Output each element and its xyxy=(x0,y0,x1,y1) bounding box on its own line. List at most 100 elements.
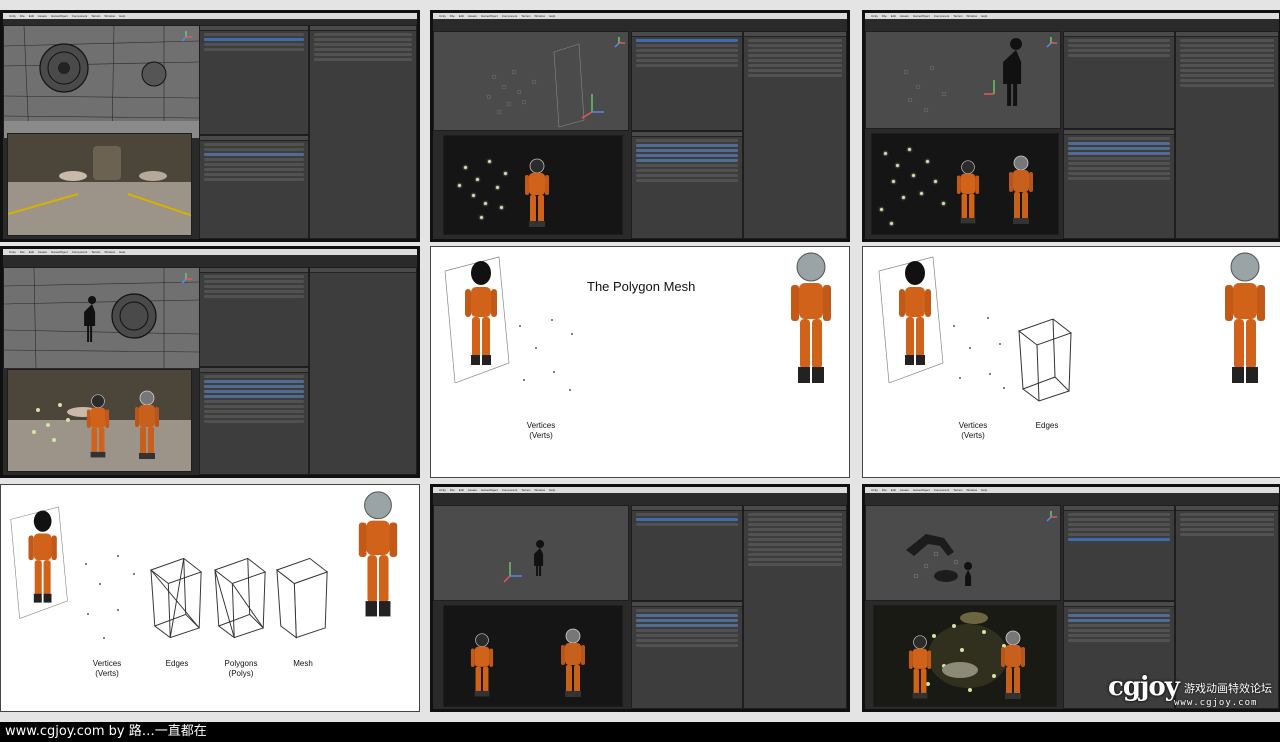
inspector-panel[interactable] xyxy=(743,505,847,709)
menu-item[interactable]: Edit xyxy=(29,250,34,254)
menu-item[interactable]: File xyxy=(20,14,25,18)
menu-item[interactable]: File xyxy=(882,14,887,18)
menu-item[interactable]: Window xyxy=(534,14,545,18)
thumb-slide-mesh[interactable]: Vertices (Verts) Edges Polygons (Polys) … xyxy=(0,484,420,712)
project-panel[interactable] xyxy=(631,601,743,709)
axis-gizmo-icon[interactable] xyxy=(1044,36,1058,50)
menu-item[interactable]: GameObject xyxy=(913,488,930,492)
scene-view[interactable] xyxy=(433,31,629,131)
menu-item[interactable]: Component xyxy=(934,488,950,492)
game-view[interactable] xyxy=(7,133,192,236)
menu-item[interactable]: Component xyxy=(502,488,518,492)
menu-item[interactable]: GameObject xyxy=(51,250,68,254)
thumb-editor-two-astronauts[interactable]: Unity File Edit Assets GameObject Component Te… xyxy=(862,10,1280,242)
menu-item[interactable]: GameObject xyxy=(481,488,498,492)
menu-item[interactable]: Edit xyxy=(459,14,464,18)
scene-view[interactable] xyxy=(865,31,1061,129)
menu-item[interactable]: Help xyxy=(119,250,125,254)
axis-gizmo-icon[interactable] xyxy=(612,36,626,50)
menu-item[interactable]: Terrain xyxy=(91,14,100,18)
menu-item[interactable]: Assets xyxy=(900,488,909,492)
menu-item[interactable]: GameObject xyxy=(481,14,498,18)
axis-gizmo-icon[interactable] xyxy=(1044,510,1058,524)
hierarchy-panel[interactable] xyxy=(1063,505,1175,601)
astronaut-figure xyxy=(956,160,980,224)
menu-item[interactable]: Edit xyxy=(891,488,896,492)
thumb-editor-astronauts[interactable]: Unity File Edit Assets GameObject Component Te… xyxy=(430,484,850,712)
menu-item[interactable]: Window xyxy=(104,250,115,254)
scene-view[interactable] xyxy=(433,505,629,601)
menu-item[interactable]: File xyxy=(450,488,455,492)
game-view[interactable] xyxy=(873,605,1057,707)
menu-item[interactable]: Component xyxy=(72,250,88,254)
menu-item[interactable]: Unity xyxy=(871,14,878,18)
project-panel[interactable] xyxy=(1063,129,1175,239)
menu-item[interactable]: Terrain xyxy=(521,488,530,492)
menu-item[interactable]: Terrain xyxy=(953,488,962,492)
menu-item[interactable]: Window xyxy=(534,488,545,492)
game-view[interactable] xyxy=(443,605,623,707)
inspector-panel[interactable] xyxy=(309,267,417,475)
polygons-box-icon xyxy=(213,557,267,639)
hierarchy-panel[interactable] xyxy=(631,31,743,131)
menu-item[interactable]: GameObject xyxy=(51,14,68,18)
thumb-editor-hangar[interactable]: Unity File Edit Assets GameObject Component Te… xyxy=(0,10,420,242)
menu-item[interactable]: File xyxy=(450,14,455,18)
astronaut-figure xyxy=(86,394,110,458)
inspector-panel[interactable] xyxy=(1175,31,1279,239)
menu-item[interactable]: Help xyxy=(549,488,555,492)
menu-item[interactable]: Unity xyxy=(871,488,878,492)
menu-item[interactable]: Help xyxy=(981,14,987,18)
menu-item[interactable]: Window xyxy=(966,488,977,492)
menu-item[interactable]: Edit xyxy=(29,14,34,18)
menu-item[interactable]: Window xyxy=(104,14,115,18)
menu-item[interactable]: Help xyxy=(549,14,555,18)
menu-item[interactable]: Terrain xyxy=(91,250,100,254)
inspector-panel[interactable] xyxy=(309,25,417,239)
menu-item[interactable]: Component xyxy=(934,14,950,18)
menu-item[interactable]: Unity xyxy=(439,14,446,18)
label-vertices: Vertices (Verts) xyxy=(526,421,556,440)
game-view[interactable] xyxy=(443,135,623,235)
inspector-panel[interactable] xyxy=(743,31,847,239)
menu-item[interactable]: Component xyxy=(502,14,518,18)
menu-item[interactable]: Edit xyxy=(459,488,464,492)
menu-item[interactable]: Assets xyxy=(38,250,47,254)
hierarchy-panel[interactable] xyxy=(199,267,309,367)
axis-gizmo-icon[interactable] xyxy=(179,272,193,286)
hierarchy-panel[interactable] xyxy=(631,505,743,601)
menu-item[interactable]: Assets xyxy=(468,14,477,18)
game-view[interactable] xyxy=(7,369,192,472)
menu-item[interactable]: GameObject xyxy=(913,14,930,18)
menu-item[interactable]: Component xyxy=(72,14,88,18)
menu-item[interactable]: File xyxy=(882,488,887,492)
project-panel[interactable] xyxy=(199,367,309,475)
menu-item[interactable]: Assets xyxy=(468,488,477,492)
scene-view[interactable] xyxy=(3,267,200,369)
menu-item[interactable]: Assets xyxy=(900,14,909,18)
scene-view[interactable] xyxy=(865,505,1061,601)
hierarchy-panel[interactable] xyxy=(1063,31,1175,129)
menu-item[interactable]: Unity xyxy=(9,14,16,18)
axis-gizmo-icon[interactable] xyxy=(179,30,193,44)
menu-item[interactable]: Help xyxy=(981,488,987,492)
scene-view[interactable] xyxy=(3,25,200,139)
game-view[interactable] xyxy=(871,133,1059,235)
menu-item[interactable]: Window xyxy=(966,14,977,18)
thumb-slide-edges[interactable]: Vertices (Verts) Edges xyxy=(862,246,1280,478)
thumb-slide-vertices[interactable]: The Polygon Mesh Vertices (Verts) xyxy=(430,246,850,478)
menu-item[interactable]: Assets xyxy=(38,14,47,18)
menu-item[interactable]: Help xyxy=(119,14,125,18)
menu-item[interactable]: Terrain xyxy=(521,14,530,18)
astronaut-bounding-figure xyxy=(10,506,68,620)
menu-item[interactable]: Unity xyxy=(9,250,16,254)
hierarchy-panel[interactable] xyxy=(199,25,309,135)
menu-item[interactable]: Unity xyxy=(439,488,446,492)
project-panel[interactable] xyxy=(631,131,743,239)
thumb-editor-particles[interactable]: Unity File Edit Assets GameObject Component Te… xyxy=(430,10,850,242)
thumb-editor-hangar-astronauts[interactable]: Unity File Edit Assets GameObject Component Te… xyxy=(0,246,420,478)
menu-item[interactable]: Terrain xyxy=(953,14,962,18)
menu-item[interactable]: Edit xyxy=(891,14,896,18)
menu-item[interactable]: File xyxy=(20,250,25,254)
project-panel[interactable] xyxy=(199,135,309,239)
